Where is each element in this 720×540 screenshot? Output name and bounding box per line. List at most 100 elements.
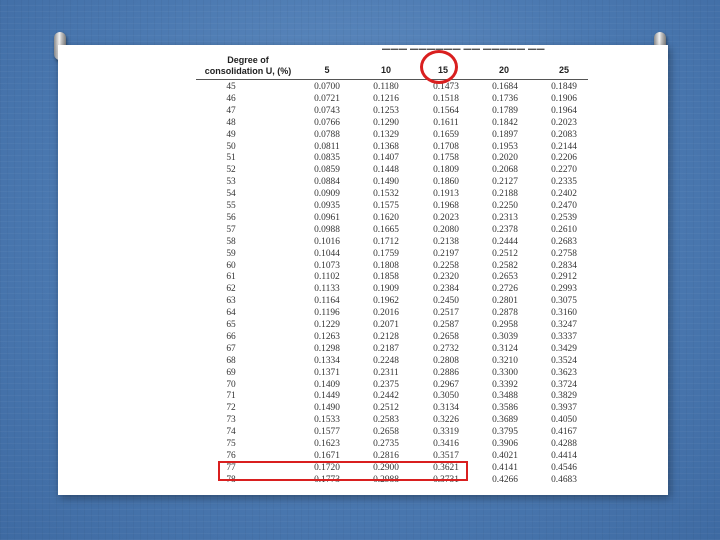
time-factor-cell: 0.1962 <box>373 296 399 307</box>
time-factor-cell: 0.3937 <box>551 403 577 414</box>
header-rule <box>196 79 588 80</box>
time-factor-cell: 0.4266 <box>492 474 518 485</box>
time-factor-cell: 0.2517 <box>433 308 459 319</box>
table-row: 72 0.1490 0.2512 0.3134 0.3586 0.3937 <box>58 403 668 414</box>
time-factor-cell: 0.3160 <box>551 308 577 319</box>
time-factor-cell: 0.3829 <box>551 391 577 402</box>
time-factor-cell: 0.1102 <box>314 272 340 283</box>
time-factor-cell: 0.1164 <box>314 296 340 307</box>
time-factor-cell: 0.3689 <box>492 415 518 426</box>
time-factor-cell: 0.1298 <box>314 343 340 354</box>
time-factor-cell: 0.1809 <box>433 165 459 176</box>
time-factor-cell: 0.1490 <box>373 177 399 188</box>
time-factor-cell: 0.2444 <box>492 236 518 247</box>
cropped-table-title: ▬▬▬ ▬▬▬▬▬▬ ▬▬ ▬▬▬▬▬ ▬▬ <box>382 45 545 50</box>
time-factor-cell: 0.1490 <box>314 403 340 414</box>
time-factor-cell: 0.2886 <box>433 367 459 378</box>
time-factor-cell: 0.1044 <box>314 248 340 259</box>
time-factor-cell: 0.1808 <box>373 260 399 271</box>
time-factor-cell: 0.1611 <box>433 117 459 128</box>
time-factor-cell: 0.3586 <box>492 403 518 414</box>
time-factor-cell: 0.2735 <box>373 439 399 449</box>
time-factor-cell: 0.2335 <box>551 177 577 188</box>
table-row: 47 0.0743 0.1253 0.1564 0.1789 0.1964 <box>58 106 668 117</box>
time-factor-cell: 0.0859 <box>314 165 340 176</box>
degree-cell: 58 <box>226 236 236 247</box>
time-factor-cell: 0.2732 <box>433 343 459 354</box>
time-factor-cell: 0.2206 <box>551 153 577 164</box>
time-factor-cell: 0.2138 <box>433 236 459 247</box>
time-factor-cell: 0.1473 <box>433 82 459 92</box>
table-row: 63 0.1164 0.1962 0.2450 0.2801 0.3075 <box>58 296 668 307</box>
time-factor-cell: 0.2653 <box>492 272 518 283</box>
time-factor-cell: 0.1532 <box>373 189 399 200</box>
time-factor-cell: 0.4414 <box>551 450 577 461</box>
time-factor-cell: 0.3416 <box>433 439 459 449</box>
time-factor-cell: 0.1334 <box>314 355 340 366</box>
time-factor-cell: 0.3906 <box>492 439 518 449</box>
time-factor-cell: 0.2582 <box>492 260 518 271</box>
time-factor-cell: 0.1953 <box>492 141 518 152</box>
degree-cell: 51 <box>226 153 236 164</box>
red-row-highlight-box <box>218 461 468 481</box>
time-factor-cell: 0.1449 <box>314 391 340 402</box>
time-factor-cell: 0.1133 <box>314 284 340 295</box>
degree-cell: 65 <box>226 320 236 330</box>
table-row: 58 0.1016 0.1712 0.2138 0.2444 0.2683 <box>58 237 668 248</box>
time-factor-cell: 0.1290 <box>373 117 399 128</box>
table-row: 59 0.1044 0.1759 0.2197 0.2512 0.2758 <box>58 249 668 260</box>
time-factor-cell: 0.2912 <box>551 272 577 283</box>
time-factor-cell: 0.1968 <box>433 201 459 211</box>
degree-cell: 56 <box>226 212 236 223</box>
time-factor-cell: 0.2967 <box>433 379 459 390</box>
time-factor-cell: 0.1897 <box>492 129 518 140</box>
time-factor-cell: 0.0835 <box>314 153 340 164</box>
degree-cell: 45 <box>226 82 236 92</box>
time-factor-cell: 0.2128 <box>373 331 399 342</box>
time-factor-cell: 0.2658 <box>433 331 459 342</box>
degree-cell: 73 <box>226 415 236 426</box>
time-factor-cell: 0.2808 <box>433 355 459 366</box>
time-factor-cell: 0.2068 <box>492 165 518 176</box>
time-factor-cell: 0.1533 <box>314 415 340 426</box>
column-header-10: 10 <box>380 65 391 75</box>
time-factor-cell: 0.1016 <box>314 236 340 247</box>
table-row: 49 0.0788 0.1329 0.1659 0.1897 0.2083 <box>58 130 668 141</box>
time-factor-cell: 0.1216 <box>373 93 399 104</box>
degree-cell: 75 <box>226 439 236 449</box>
time-factor-cell: 0.1964 <box>551 105 577 116</box>
time-factor-cell: 0.4050 <box>551 415 577 426</box>
table-row: 53 0.0884 0.1490 0.1860 0.2127 0.2335 <box>58 177 668 188</box>
degree-cell: 47 <box>226 105 236 116</box>
degree-of-consolidation-header: Degree of consolidation U, (%) <box>204 55 292 76</box>
time-factor-cell: 0.1229 <box>314 320 340 330</box>
time-factor-cell: 0.1263 <box>314 331 340 342</box>
degree-cell: 49 <box>226 129 236 140</box>
time-factor-cell: 0.1196 <box>314 308 340 319</box>
time-factor-cell: 0.4141 <box>492 462 518 473</box>
degree-cell: 55 <box>226 201 236 211</box>
time-factor-cell: 0.2801 <box>492 296 518 307</box>
degree-cell: 52 <box>226 165 236 176</box>
time-factor-cell: 0.1407 <box>373 153 399 164</box>
time-factor-cell: 0.0811 <box>314 141 340 152</box>
time-factor-cell: 0.1684 <box>492 82 518 92</box>
time-factor-cell: 0.2834 <box>551 260 577 271</box>
degree-cell: 64 <box>226 308 236 319</box>
time-factor-cell: 0.2378 <box>492 224 518 235</box>
time-factor-cell: 0.2993 <box>551 284 577 295</box>
table-row: 45 0.0700 0.1180 0.1473 0.1684 0.1849 <box>58 82 668 93</box>
time-factor-cell: 0.1913 <box>433 189 459 200</box>
degree-cell: 57 <box>226 224 236 235</box>
time-factor-cell: 0.3247 <box>551 320 577 330</box>
time-factor-cell: 0.3524 <box>551 355 577 366</box>
time-factor-cell: 0.2083 <box>551 129 577 140</box>
degree-cell: 70 <box>226 379 236 390</box>
time-factor-cell: 0.2023 <box>433 212 459 223</box>
time-factor-cell: 0.2187 <box>373 343 399 354</box>
red-circle-annotation <box>420 50 458 84</box>
time-factor-cell: 0.2658 <box>373 427 399 438</box>
time-factor-cell: 0.2958 <box>492 320 518 330</box>
column-header-25: 25 <box>558 65 569 75</box>
time-factor-cell: 0.3226 <box>433 415 459 426</box>
